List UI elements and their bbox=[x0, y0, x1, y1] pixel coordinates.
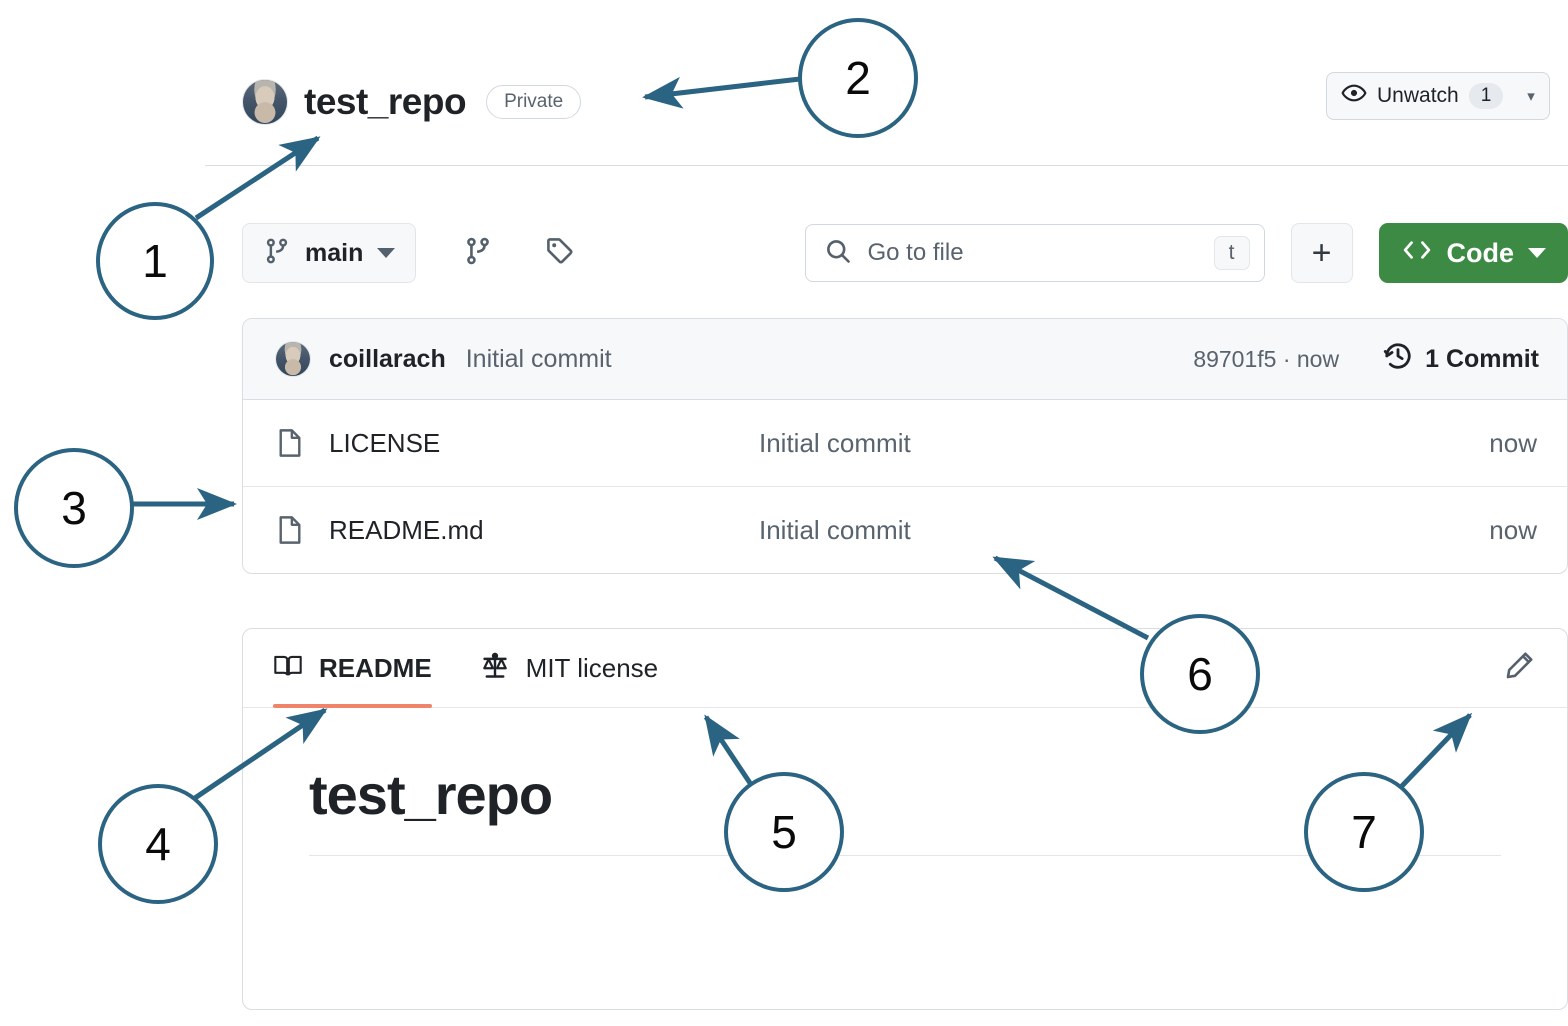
file-icon bbox=[275, 428, 305, 458]
chevron-down-icon bbox=[1528, 248, 1546, 258]
pencil-icon bbox=[1503, 650, 1535, 687]
branch-name-label: main bbox=[305, 238, 364, 267]
add-file-button[interactable]: + bbox=[1290, 223, 1353, 283]
avatar-image bbox=[243, 80, 287, 124]
search-shortcut-key: t bbox=[1213, 236, 1250, 270]
readme-content: test_repo bbox=[243, 708, 1567, 856]
book-icon bbox=[273, 653, 303, 684]
tags-button[interactable] bbox=[534, 227, 586, 279]
commit-author-avatar[interactable] bbox=[275, 341, 311, 377]
go-to-file-placeholder: Go to file bbox=[867, 239, 964, 266]
plus-icon: + bbox=[1311, 234, 1332, 272]
tab-mit-license[interactable]: MIT license bbox=[480, 629, 658, 707]
edit-readme-button[interactable] bbox=[1497, 646, 1541, 690]
commit-hash-and-time[interactable]: 89701f5 · now bbox=[1193, 346, 1339, 373]
file-name-link[interactable]: README.md bbox=[329, 515, 759, 546]
table-row[interactable]: README.md Initial commit now bbox=[243, 487, 1567, 573]
chevron-down-icon bbox=[377, 248, 396, 258]
commit-author-name[interactable]: coillarach bbox=[329, 345, 446, 374]
tab-mit-license-label: MIT license bbox=[525, 652, 659, 683]
eye-icon bbox=[1341, 80, 1367, 112]
header-divider bbox=[205, 165, 1568, 166]
readme-heading: test_repo bbox=[309, 763, 553, 826]
chevron-down-icon[interactable]: ▾ bbox=[1527, 87, 1535, 105]
file-commit-message[interactable]: Initial commit bbox=[759, 428, 1489, 459]
repo-toolbar: main Go to file t + Code bbox=[242, 222, 1568, 284]
readme-heading-rule bbox=[309, 855, 1501, 856]
code-button-label: Code bbox=[1446, 237, 1515, 268]
watch-count: 1 bbox=[1468, 83, 1504, 109]
unwatch-button[interactable]: Unwatch 1 ▾ bbox=[1326, 72, 1550, 120]
unwatch-label: Unwatch bbox=[1377, 84, 1459, 107]
file-updated-time: now bbox=[1489, 427, 1537, 458]
branches-button[interactable] bbox=[452, 227, 504, 279]
tab-readme-label: README bbox=[319, 652, 432, 683]
header-actions: Unwatch 1 ▾ bbox=[1326, 72, 1550, 120]
commit-message[interactable]: Initial commit bbox=[466, 345, 612, 374]
tag-icon bbox=[544, 235, 576, 272]
visibility-badge: Private bbox=[486, 84, 582, 120]
repo-title[interactable]: test_repo bbox=[304, 81, 467, 123]
history-icon bbox=[1383, 341, 1413, 378]
code-brackets-icon bbox=[1401, 237, 1433, 270]
tab-readme[interactable]: README bbox=[273, 629, 432, 708]
annotation-marker-1: 1 bbox=[96, 202, 214, 320]
branch-selector[interactable]: main bbox=[242, 223, 417, 283]
git-branch-icon bbox=[463, 236, 493, 271]
scales-icon bbox=[480, 651, 510, 686]
annotation-marker-4: 4 bbox=[98, 784, 218, 904]
file-name-link[interactable]: LICENSE bbox=[329, 428, 759, 459]
code-button[interactable]: Code bbox=[1378, 223, 1568, 283]
readme-tabbar: README MIT license bbox=[243, 629, 1567, 708]
latest-commit-bar: coillarach Initial commit 89701f5 · now … bbox=[243, 319, 1567, 400]
readme-card: README MIT license test_repo bbox=[242, 628, 1568, 1010]
commit-count-label: 1 Commit bbox=[1425, 344, 1539, 373]
repo-page: test_repo Private Unwatch 1 ▾ main Go to… bbox=[0, 0, 1568, 1026]
file-updated-time: now bbox=[1489, 514, 1537, 545]
go-to-file-search[interactable]: Go to file t bbox=[804, 224, 1265, 282]
table-row[interactable]: LICENSE Initial commit now bbox=[243, 400, 1567, 487]
git-branch-icon bbox=[263, 237, 291, 270]
owner-avatar[interactable] bbox=[242, 79, 288, 125]
file-icon bbox=[275, 515, 305, 545]
commit-history-link[interactable]: 1 Commit bbox=[1383, 341, 1539, 378]
annotation-marker-3: 3 bbox=[14, 448, 134, 568]
file-list-card: coillarach Initial commit 89701f5 · now … bbox=[242, 318, 1568, 574]
search-icon bbox=[824, 237, 852, 270]
avatar-image bbox=[276, 342, 310, 376]
file-commit-message[interactable]: Initial commit bbox=[759, 515, 1489, 546]
